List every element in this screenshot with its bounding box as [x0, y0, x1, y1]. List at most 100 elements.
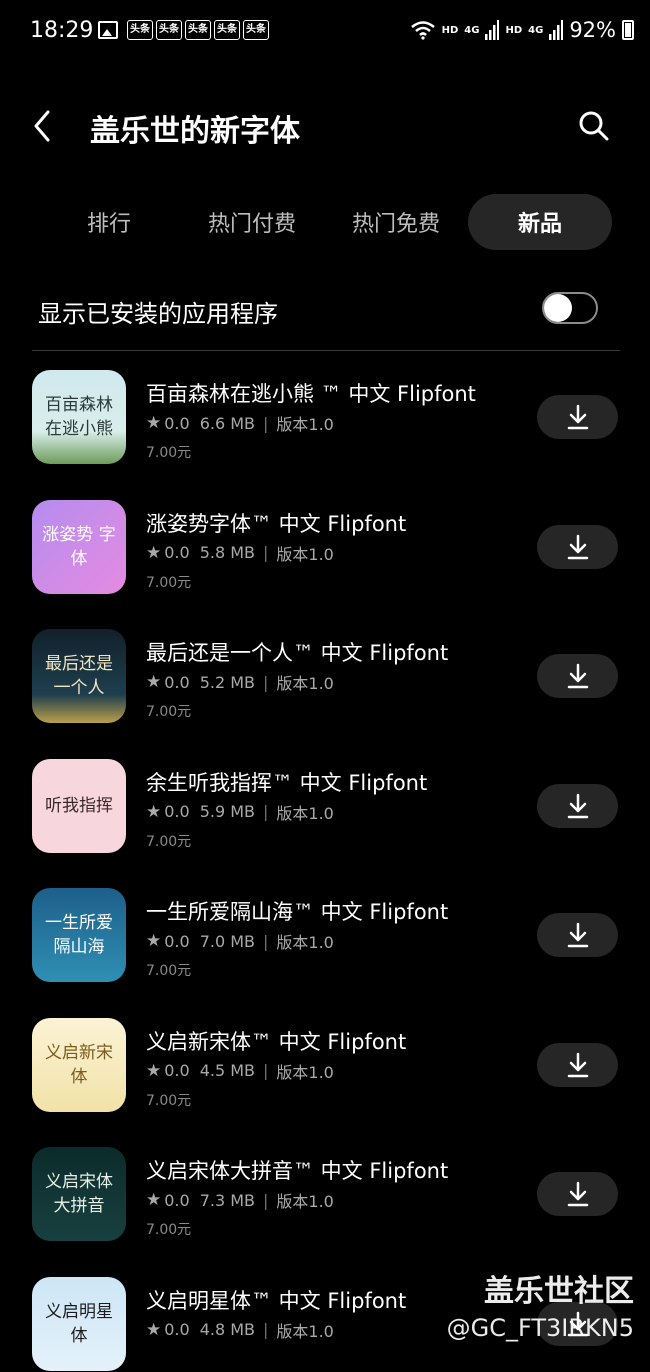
- version: 版本1.0: [276, 674, 334, 693]
- file-size: 4.8 MB: [199, 1320, 256, 1339]
- download-button[interactable]: [537, 783, 618, 828]
- watermark-handle: @GC_FT3IRKN5: [446, 1314, 634, 1342]
- star-icon: ★: [146, 413, 162, 433]
- price: 7.00元: [146, 1092, 192, 1109]
- separator: |: [263, 931, 269, 951]
- star-icon: ★: [146, 542, 162, 563]
- font-thumbnail[interactable]: 义启新宋体: [32, 1017, 126, 1112]
- app-bar: 盖乐世的新字体: [0, 90, 650, 162]
- network-4g-label: 4G: [464, 24, 480, 36]
- version: 版本1.0: [276, 1192, 334, 1211]
- font-thumbnail[interactable]: 一生所爱 隔山海: [32, 888, 126, 982]
- font-thumbnail[interactable]: 听我指挥: [32, 758, 126, 853]
- app-meta: ★ 0.0 6.6 MB | 版本1.0: [146, 411, 334, 435]
- file-size: 6.6 MB: [199, 413, 256, 433]
- list-item[interactable]: 百亩森林 在逃小熊 百亩森林在逃小熊 ™ 中文 Flipfont ★ 0.0 6…: [0, 370, 650, 500]
- download-button[interactable]: [537, 913, 618, 957]
- star-icon: ★: [146, 1060, 162, 1081]
- tab-ranking[interactable]: 排行: [38, 194, 180, 250]
- download-button[interactable]: [537, 1042, 618, 1087]
- tab-new[interactable]: 新品: [468, 194, 612, 250]
- list-item[interactable]: 一生所爱 隔山海 一生所爱隔山海™ 中文 Flipfont ★ 0.0 7.0 …: [0, 888, 650, 1018]
- file-size: 4.5 MB: [199, 1061, 256, 1080]
- font-thumbnail[interactable]: 涨姿势 字体: [32, 499, 126, 594]
- app-meta: ★ 0.0 5.8 MB | 版本1.0: [146, 541, 334, 565]
- font-thumbnail[interactable]: 最后还是 一个人: [32, 629, 126, 723]
- rating: 0.0: [164, 543, 190, 562]
- rating: 0.0: [164, 1190, 190, 1210]
- tab-top-free[interactable]: 热门免费: [324, 194, 468, 250]
- thumbnail-text: 最后还是 一个人: [45, 654, 113, 698]
- list-item[interactable]: 义启新宋体 义启新宋体™ 中文 Flipfont ★ 0.0 4.5 MB | …: [0, 1017, 650, 1148]
- rating: 0.0: [164, 931, 190, 951]
- tab-top-paid[interactable]: 热门付费: [180, 194, 324, 250]
- app-meta: ★ 0.0 7.0 MB | 版本1.0: [146, 929, 334, 953]
- list-item[interactable]: 义启宋体 大拼音 义启宋体大拼音™ 中文 Flipfont ★ 0.0 7.3 …: [0, 1147, 650, 1277]
- search-icon[interactable]: [576, 108, 612, 144]
- category-tabs: 排行 热门付费 热门免费 新品: [38, 194, 614, 250]
- rating: 0.0: [164, 672, 190, 692]
- toutiao-notification-icon: 头条: [127, 20, 153, 40]
- separator: |: [263, 413, 269, 433]
- font-list: 百亩森林 在逃小熊 百亩森林在逃小熊 ™ 中文 Flipfont ★ 0.0 6…: [0, 370, 650, 1372]
- font-thumbnail[interactable]: 百亩森林 在逃小熊: [32, 370, 126, 464]
- version: 版本1.0: [276, 1062, 334, 1082]
- app-meta: ★ 0.0 5.2 MB | 版本1.0: [146, 670, 334, 694]
- toutiao-notification-icon: 头条: [214, 20, 240, 40]
- status-time: 18:29: [30, 18, 94, 43]
- download-icon: [567, 404, 588, 430]
- list-item[interactable]: 涨姿势 字体 涨姿势字体™ 中文 Flipfont ★ 0.0 5.8 MB |…: [0, 499, 650, 630]
- thumbnail-text: 义启明星体: [45, 1301, 113, 1346]
- signal-icon: [485, 20, 500, 40]
- status-bar: 18:29 头条 头条 头条 头条 头条 HD 4G HD 4G 92%: [0, 0, 650, 62]
- separator: |: [263, 1190, 269, 1210]
- download-button[interactable]: [537, 654, 618, 698]
- file-size: 5.2 MB: [199, 672, 256, 692]
- list-item[interactable]: 最后还是 一个人 最后还是一个人™ 中文 Flipfont ★ 0.0 5.2 …: [0, 629, 650, 759]
- network-4g-label: 4G: [528, 24, 544, 36]
- app-name: 义启新宋体™ 中文 Flipfont: [146, 1029, 407, 1054]
- app-meta: ★ 0.0 7.3 MB | 版本1.0: [146, 1188, 334, 1212]
- download-button[interactable]: [537, 524, 618, 569]
- separator: |: [263, 672, 269, 692]
- separator: |: [263, 1320, 269, 1339]
- star-icon: ★: [146, 1190, 162, 1210]
- app-name: 义启宋体大拼音™ 中文 Flipfont: [146, 1159, 449, 1183]
- version: 版本1.0: [276, 544, 334, 564]
- list-item[interactable]: 听我指挥 余生听我指挥™ 中文 Flipfont ★ 0.0 5.9 MB | …: [0, 758, 650, 889]
- version: 版本1.0: [276, 933, 334, 952]
- thumbnail-text: 一生所爱 隔山海: [45, 913, 113, 957]
- download-icon: [567, 663, 588, 689]
- thumbnail-text: 涨姿势 字体: [42, 524, 116, 569]
- download-button[interactable]: [537, 1172, 618, 1216]
- system-status: HD 4G HD 4G 92%: [410, 18, 634, 42]
- download-icon: [567, 793, 588, 818]
- version: 版本1.0: [276, 1321, 334, 1341]
- show-installed-label: 显示已安装的应用程序: [38, 300, 278, 328]
- price: 7.00元: [146, 445, 192, 461]
- download-icon: [567, 1052, 588, 1077]
- app-meta: ★ 0.0 4.5 MB | 版本1.0: [146, 1059, 334, 1083]
- separator: |: [263, 1061, 269, 1080]
- font-thumbnail[interactable]: 义启宋体 大拼音: [32, 1147, 126, 1241]
- file-size: 5.9 MB: [199, 802, 256, 821]
- signal-icon: [549, 20, 564, 40]
- thumbnail-text: 百亩森林 在逃小熊: [45, 395, 113, 439]
- show-installed-toggle[interactable]: [542, 292, 598, 324]
- thumbnail-text: 义启新宋体: [45, 1042, 113, 1087]
- star-icon: ★: [146, 931, 162, 951]
- rating: 0.0: [164, 1061, 190, 1080]
- app-name: 一生所爱隔山海™ 中文 Flipfont: [146, 900, 449, 924]
- price: 7.00元: [146, 963, 192, 979]
- app-meta: ★ 0.0 4.8 MB | 版本1.0: [146, 1318, 334, 1342]
- thumbnail-text: 义启宋体 大拼音: [45, 1172, 113, 1216]
- font-thumbnail[interactable]: 义启明星体: [32, 1276, 126, 1371]
- star-icon: ★: [146, 1319, 162, 1340]
- version: 版本1.0: [276, 415, 334, 434]
- separator: |: [263, 802, 269, 821]
- toggle-knob: [544, 294, 572, 322]
- rating: 0.0: [164, 1320, 190, 1339]
- back-arrow-icon[interactable]: [26, 106, 62, 146]
- download-button[interactable]: [537, 395, 618, 439]
- app-name: 义启明星体™ 中文 Flipfont: [146, 1288, 407, 1313]
